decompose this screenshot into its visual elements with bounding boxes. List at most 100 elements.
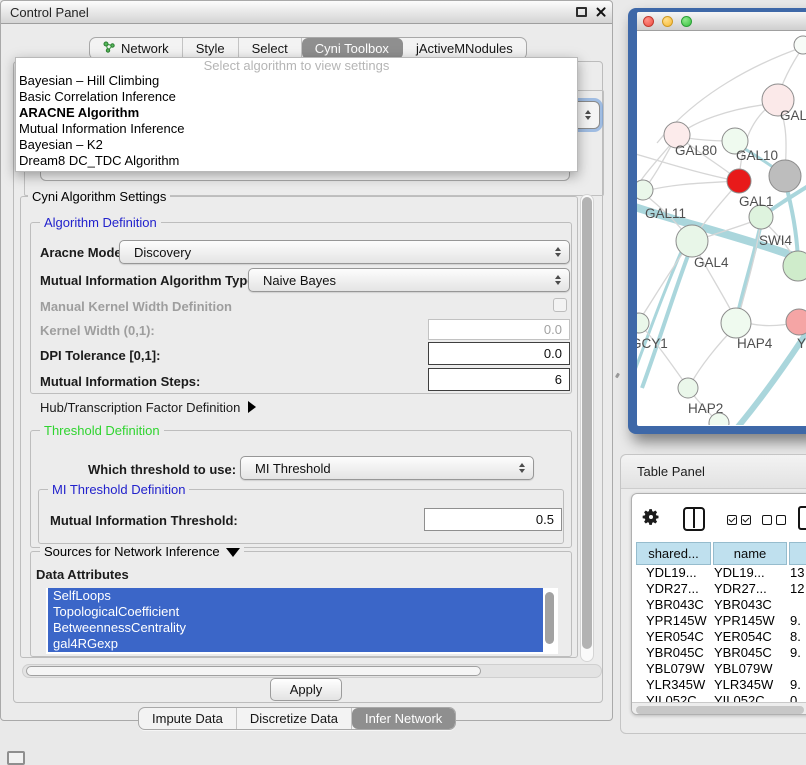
combo-arrows-icon [585, 110, 591, 120]
zoom-traffic-light[interactable] [681, 16, 692, 27]
combo-arrows-icon [555, 247, 561, 257]
table-scrollbar-thumb[interactable] [636, 706, 804, 714]
unchecked-box-icon[interactable] [776, 515, 786, 525]
tab-impute-data[interactable]: Impute Data [139, 708, 237, 729]
vertical-scrollbar-thumb[interactable] [582, 197, 592, 649]
table-cell: YLR345W [714, 677, 773, 693]
horizontal-scrollbar-thumb[interactable] [26, 666, 481, 676]
attribute-list-item[interactable]: gal4RGexp [48, 636, 543, 652]
node-label: SWI4 [759, 233, 792, 248]
table-row[interactable]: YDR27... YDR27... 12 [632, 581, 806, 597]
list-scrollbar-thumb[interactable] [545, 592, 554, 644]
node-label: GAL1 [739, 194, 774, 209]
tab-select[interactable]: Select [239, 38, 302, 59]
network-edge[interactable] [645, 181, 737, 191]
network-node-gcy1[interactable] [637, 313, 649, 333]
tab-label: Style [196, 41, 225, 56]
dropdown-item[interactable]: Mutual Information Inference [16, 121, 577, 137]
mi-algorithm-type-label: Mutual Information Algorithm Type: [40, 273, 259, 288]
dropdown-item[interactable]: Bayesian – Hill Climbing [16, 73, 577, 89]
aracne-mode-select[interactable]: Discovery [119, 240, 570, 264]
dropdown-item[interactable]: Bayesian – K2 [16, 137, 577, 153]
network-view-window[interactable]: GALGAL80GAL10GAL11GAL1GAL4SWI4GCY1HAP4YH… [628, 8, 806, 434]
tab-style[interactable]: Style [183, 38, 239, 59]
network-node-gal11[interactable] [637, 180, 653, 200]
table-cell: 12 [790, 581, 804, 597]
which-threshold-select[interactable]: MI Threshold [240, 456, 534, 480]
dropdown-placeholder: Select algorithm to view settings [16, 58, 577, 73]
kernel-width-input[interactable]: 0.0 [428, 319, 570, 340]
hub-definition-expander[interactable]: Hub/Transcription Factor Definition [40, 400, 256, 415]
mi-steps-input[interactable]: 6 [428, 368, 570, 391]
table-cell: YDR27... [714, 581, 767, 597]
table-row[interactable]: YBR043CYBR043C [632, 597, 806, 613]
cyni-algorithm-settings-legend: Cyni Algorithm Settings [28, 189, 170, 204]
table-row[interactable]: YER054CYER054C8. [632, 629, 806, 645]
gear-icon[interactable] [641, 507, 661, 532]
manual-kernel-width-checkbox[interactable] [553, 298, 567, 312]
dropdown-item[interactable]: Basic Correlation Inference [16, 89, 577, 105]
attribute-list-item[interactable]: BetweennessCentrality [48, 620, 543, 636]
sources-legend[interactable]: Sources for Network Inference [40, 544, 244, 559]
network-canvas[interactable]: GALGAL80GAL10GAL11GAL1GAL4SWI4GCY1HAP4YH… [637, 31, 806, 425]
unchecked-box-icon[interactable] [762, 515, 772, 525]
tab-infer-network[interactable]: Infer Network [352, 708, 455, 729]
mi-algorithm-type-value: Naive Bayes [263, 273, 336, 288]
checked-box-icon[interactable] [741, 515, 751, 525]
table-row[interactable]: YIL052CYIL052C0. [632, 693, 806, 702]
network-edge[interactable] [642, 245, 692, 388]
dropdown-item[interactable]: ARACNE Algorithm [16, 105, 577, 121]
document-icon[interactable] [798, 506, 806, 530]
which-threshold-label: Which threshold to use: [88, 462, 236, 477]
column-header[interactable]: A [789, 542, 806, 565]
close-icon[interactable] [595, 6, 606, 17]
mi-algorithm-type-select[interactable]: Naive Bayes [248, 268, 570, 292]
node-label: HAP4 [737, 336, 773, 351]
network-window-titlebar[interactable] [637, 12, 806, 31]
tab-jactivemnodules[interactable]: jActiveMNodules [403, 38, 526, 59]
data-attributes-list[interactable]: SelfLoopsTopologicalCoefficientBetweenne… [46, 588, 558, 654]
checked-box-icon[interactable] [727, 515, 737, 525]
attribute-list-item[interactable]: SelfLoops [48, 588, 543, 604]
dpi-tolerance-input[interactable]: 0.0 [428, 342, 570, 365]
tab-discretize-data[interactable]: Discretize Data [237, 708, 352, 729]
aracne-mode-value: Discovery [134, 245, 191, 260]
minimize-traffic-light[interactable] [662, 16, 673, 27]
control-panel-titlebar: Control Panel [1, 1, 612, 24]
network-node[interactable] [769, 160, 801, 192]
node-label: GCY1 [637, 336, 668, 351]
network-node-y[interactable] [786, 309, 806, 335]
network-edge[interactable] [637, 243, 685, 378]
settings-horizontal-scrollbar[interactable] [22, 664, 602, 678]
tab-network[interactable]: Network [90, 38, 183, 59]
tab-label: Infer Network [365, 711, 442, 726]
table-horizontal-scrollbar[interactable] [632, 702, 806, 715]
panel-title: Control Panel [10, 5, 89, 20]
mi-threshold-input[interactable]: 0.5 [424, 508, 562, 531]
table-row[interactable]: YDL19...YDL19...13 [632, 565, 806, 581]
minimized-window-fragment[interactable] [7, 751, 25, 765]
attribute-list-item[interactable]: TopologicalCoefficient [48, 604, 543, 620]
network-node-hap4[interactable] [721, 308, 751, 338]
float-window-icon[interactable] [576, 7, 587, 17]
network-edge[interactable] [639, 243, 690, 321]
split-view-icon[interactable] [683, 507, 705, 531]
network-node[interactable] [727, 169, 751, 193]
network-node-gal4[interactable] [676, 225, 708, 257]
table-row[interactable]: YBL079WYBL079W [632, 661, 806, 677]
network-node[interactable] [794, 36, 806, 54]
apply-button[interactable]: Apply [270, 678, 342, 701]
settings-vertical-scrollbar[interactable] [580, 194, 594, 662]
column-header[interactable]: shared... [636, 542, 711, 565]
table-row[interactable]: YPR145WYPR145W9. [632, 613, 806, 629]
table-row[interactable]: YBR045CYBR045C9. [632, 645, 806, 661]
tab-cyni-toolbox[interactable]: Cyni Toolbox [302, 38, 403, 59]
network-node-hap2[interactable] [678, 378, 698, 398]
table-row[interactable]: YLR345WYLR345W9. [632, 677, 806, 693]
table-cell: 9. [790, 677, 801, 693]
column-header[interactable]: name [713, 542, 787, 565]
close-traffic-light[interactable] [643, 16, 654, 27]
table-cell: YDR27... [646, 581, 699, 597]
collapse-down-icon [226, 548, 240, 557]
dropdown-item[interactable]: Dream8 DC_TDC Algorithm [16, 153, 577, 169]
